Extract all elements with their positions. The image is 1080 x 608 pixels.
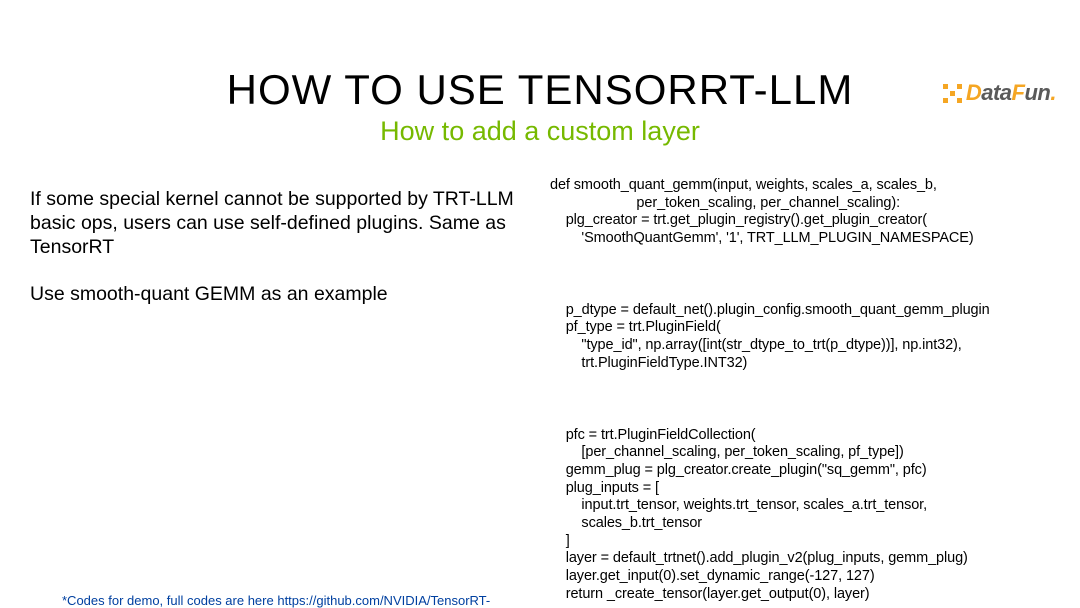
code-block-1: def smooth_quant_gemm(input, weights, sc… bbox=[550, 177, 1050, 248]
logo: DataFun. bbox=[943, 80, 1056, 106]
logo-dot: . bbox=[1050, 80, 1056, 105]
page-title: HOW TO USE TENSORRT-LLM bbox=[0, 66, 1080, 114]
content-area: If some special kernel cannot be support… bbox=[0, 177, 1080, 603]
body-text-column: If some special kernel cannot be support… bbox=[30, 177, 530, 328]
logo-letter-f: F bbox=[1012, 80, 1025, 105]
page-subtitle: How to add a custom layer bbox=[0, 116, 1080, 147]
body-paragraph-2: Use smooth-quant GEMM as an example bbox=[30, 282, 530, 306]
logo-dots-icon bbox=[943, 84, 962, 103]
footnote: *Codes for demo, full codes are here htt… bbox=[62, 593, 518, 608]
code-block-3: pfc = trt.PluginFieldCollection( [per_ch… bbox=[550, 427, 1050, 604]
logo-letter-d: D bbox=[966, 80, 981, 105]
code-column: def smooth_quant_gemm(input, weights, sc… bbox=[530, 177, 1050, 603]
body-paragraph-1: If some special kernel cannot be support… bbox=[30, 187, 530, 260]
logo-letters-ata: ata bbox=[981, 80, 1011, 105]
logo-text: DataFun. bbox=[966, 80, 1056, 106]
slide: DataFun. HOW TO USE TENSORRT-LLM How to … bbox=[0, 66, 1080, 608]
code-spacer-2 bbox=[550, 373, 1050, 427]
logo-letters-un: un bbox=[1024, 80, 1050, 105]
code-spacer-1 bbox=[550, 248, 1050, 302]
code-block-2: p_dtype = default_net().plugin_config.sm… bbox=[550, 302, 1050, 373]
